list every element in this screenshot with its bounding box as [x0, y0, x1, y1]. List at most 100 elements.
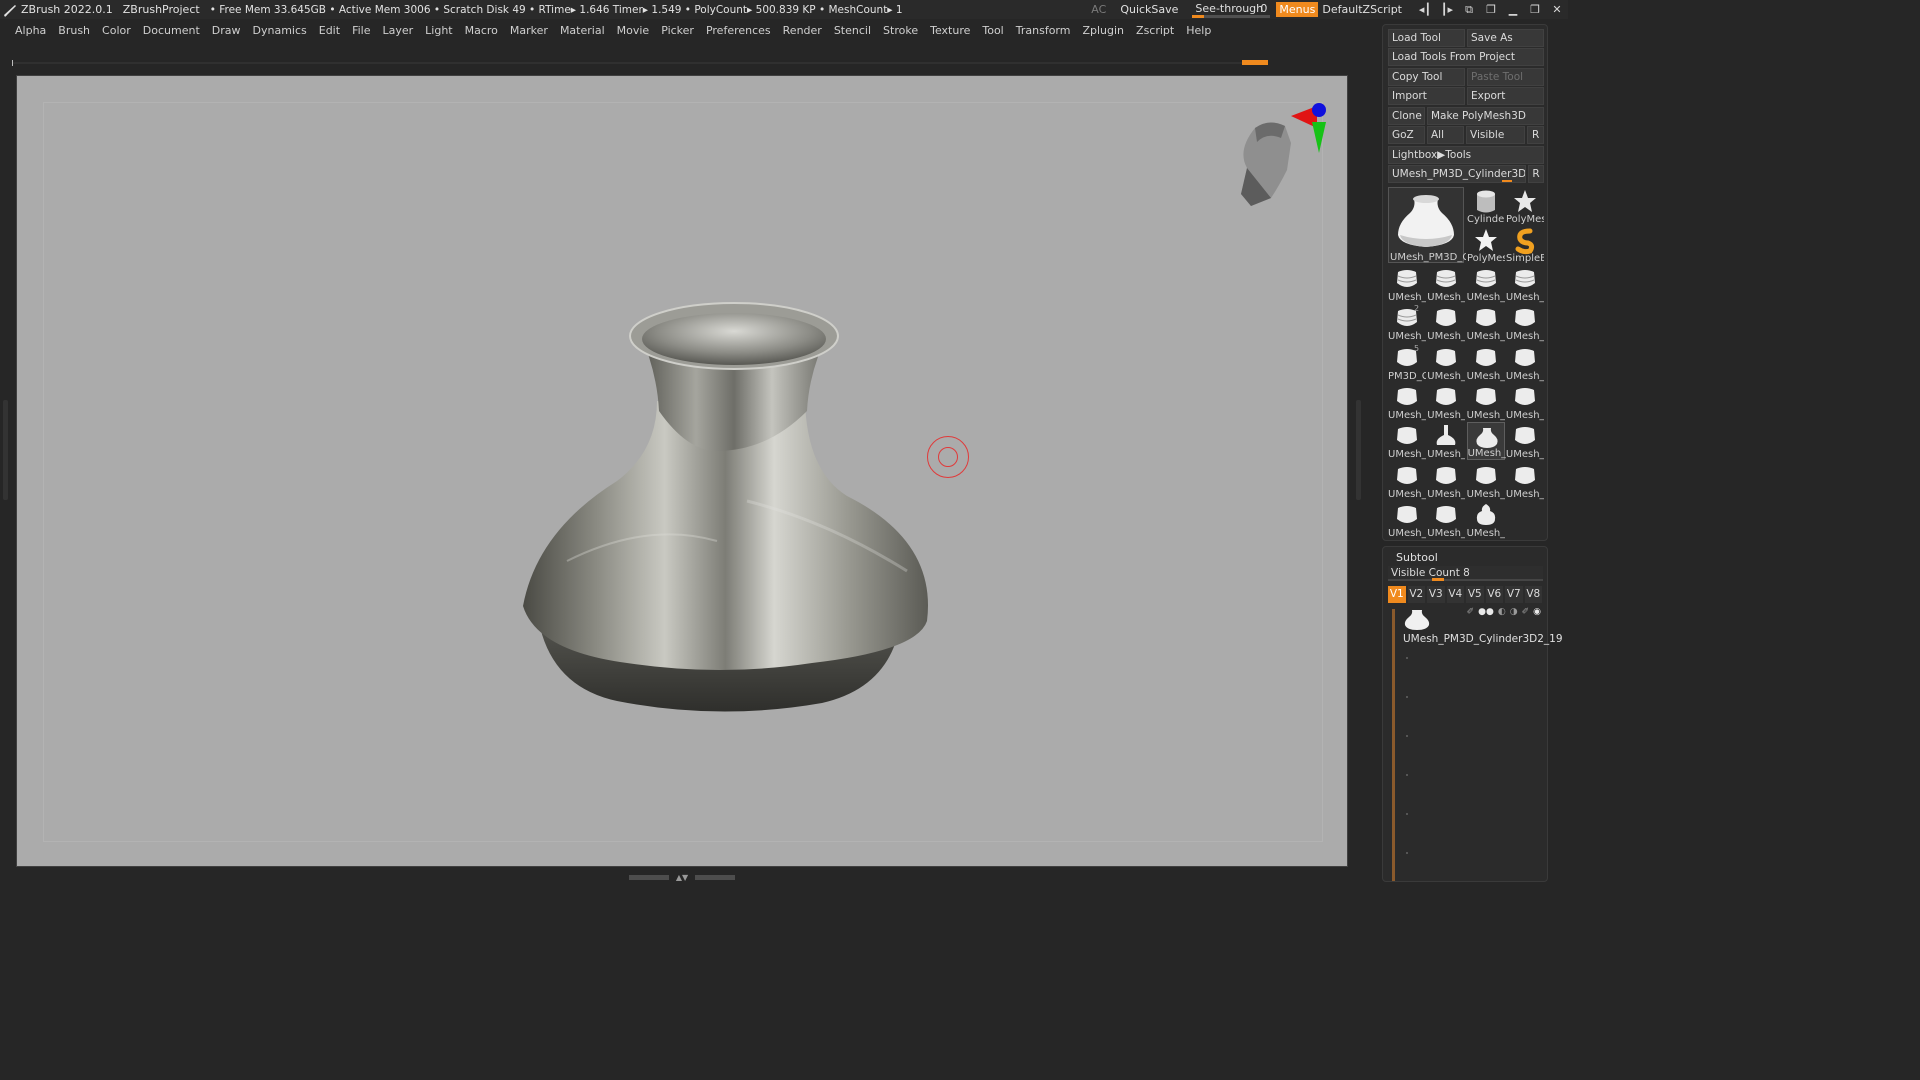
visibility-set-v4[interactable]: V4	[1446, 586, 1464, 603]
tool-thumb-umesh[interactable]: UMesh_	[1467, 462, 1505, 500]
subtool-solo-icon[interactable]: ◐	[1498, 607, 1506, 617]
export-button[interactable]: Export	[1467, 87, 1544, 105]
tool-thumb-polymesh-1[interactable]: PolyMes	[1506, 187, 1544, 225]
load-tools-from-project-button[interactable]: Load Tools From Project	[1388, 48, 1544, 66]
goz-r-button[interactable]: R	[1527, 126, 1544, 144]
tool-thumb-umesh[interactable]: UMesh_	[1388, 501, 1426, 539]
visibility-set-v6[interactable]: V6	[1485, 586, 1503, 603]
menu-preferences[interactable]: Preferences	[700, 24, 777, 37]
tool-thumb-umesh[interactable]: UMesh_	[1388, 462, 1426, 500]
menu-transform[interactable]: Transform	[1010, 24, 1077, 37]
menu-draw[interactable]: Draw	[206, 24, 247, 37]
tool-thumb-umesh[interactable]: UMesh_	[1388, 383, 1426, 421]
navigation-head-gizmo[interactable]	[1227, 98, 1327, 208]
shelf-position-indicator[interactable]	[1242, 60, 1268, 65]
menu-movie[interactable]: Movie	[611, 24, 656, 37]
lightbox-tools-button[interactable]: Lightbox▶Tools	[1388, 146, 1544, 164]
visibility-set-v3[interactable]: V3	[1427, 586, 1445, 603]
vase-model[interactable]	[507, 291, 931, 715]
visibility-set-v5[interactable]: V5	[1466, 586, 1484, 603]
tool-thumb-umesh[interactable]: UMesh_	[1467, 304, 1505, 342]
store-layout-icon[interactable]: ❐	[1480, 3, 1502, 16]
subtool-lock-icon[interactable]: ✐	[1522, 607, 1530, 617]
visibility-set-v1[interactable]: V1	[1388, 586, 1406, 603]
subtool-eye-icon[interactable]: ◉	[1533, 607, 1541, 617]
tool-thumb-umesh[interactable]: UMesh_	[1467, 265, 1505, 303]
ui-layout-right-icon[interactable]: ┃▸	[1436, 3, 1458, 16]
tool-thumb-umesh[interactable]: UMesh_	[1506, 422, 1544, 460]
paste-tool-button[interactable]: Paste Tool	[1467, 68, 1544, 86]
tool-thumb-umesh[interactable]: UMesh_	[1506, 265, 1544, 303]
current-tool-slider[interactable]: UMesh_PM3D_Cylinder3D2_1	[1388, 165, 1526, 183]
quicksave-button[interactable]: QuickSave	[1120, 3, 1178, 16]
tool-thumb-umesh[interactable]: UMesh_	[1427, 304, 1465, 342]
menu-document[interactable]: Document	[137, 24, 206, 37]
visibility-set-v2[interactable]: V2	[1407, 586, 1425, 603]
document-canvas[interactable]	[16, 75, 1348, 867]
tool-thumb-umesh[interactable]: UMesh_	[1506, 304, 1544, 342]
tool-thumb-umesh[interactable]: UMesh_	[1506, 383, 1544, 421]
import-button[interactable]: Import	[1388, 87, 1465, 105]
menu-alpha[interactable]: Alpha	[9, 24, 52, 37]
tool-thumb-umesh[interactable]: UMesh_	[1467, 501, 1505, 539]
menu-edit[interactable]: Edit	[313, 24, 346, 37]
goz-button[interactable]: GoZ	[1388, 126, 1425, 144]
tool-thumb-umesh[interactable]: UMesh_	[1427, 265, 1465, 303]
subtool-dynamic-icon[interactable]: ◑	[1510, 607, 1518, 617]
tool-thumb-umesh[interactable]: UMesh_	[1466, 422, 1506, 461]
subtool-list-scrollbar[interactable]	[1392, 609, 1395, 881]
visibility-set-v7[interactable]: V7	[1505, 586, 1523, 603]
tool-thumb-umesh[interactable]: UMesh_	[1467, 344, 1505, 382]
tool-thumb-simplebrush[interactable]: SimpleB	[1506, 226, 1544, 264]
menu-help[interactable]: Help	[1180, 24, 1217, 37]
load-tool-button[interactable]: Load Tool	[1388, 29, 1465, 47]
goz-all-button[interactable]: All	[1427, 126, 1464, 144]
menu-tool[interactable]: Tool	[976, 24, 1009, 37]
save-as-button[interactable]: Save As	[1467, 29, 1544, 47]
make-polymesh3d-button[interactable]: Make PolyMesh3D	[1427, 107, 1544, 125]
copy-tool-button[interactable]: Copy Tool	[1388, 68, 1465, 86]
goz-visible-button[interactable]: Visible	[1466, 126, 1525, 144]
tool-thumb-umesh[interactable]: UMesh_	[1427, 501, 1465, 539]
menu-dynamics[interactable]: Dynamics	[247, 24, 313, 37]
bottom-tray-arrows-icon[interactable]: ▲▼	[669, 873, 695, 882]
menu-macro[interactable]: Macro	[459, 24, 504, 37]
right-tray-rail[interactable]	[1352, 70, 1380, 870]
subtool-title[interactable]: Subtool	[1396, 551, 1438, 564]
menu-file[interactable]: File	[346, 24, 376, 37]
menu-color[interactable]: Color	[96, 24, 137, 37]
menu-picker[interactable]: Picker	[655, 24, 700, 37]
right-tray-handle[interactable]	[1356, 400, 1361, 500]
current-tool-thumbnail[interactable]: UMesh_PM3D_C	[1388, 187, 1466, 263]
menu-stencil[interactable]: Stencil	[828, 24, 877, 37]
clone-button[interactable]: Clone	[1388, 107, 1425, 125]
subtool-brush-icon[interactable]: ✐	[1467, 607, 1475, 617]
menu-material[interactable]: Material	[554, 24, 611, 37]
visible-count-slider[interactable]: Visible Count 8	[1388, 566, 1543, 581]
menu-zscript[interactable]: Zscript	[1130, 24, 1180, 37]
tool-thumb-umesh[interactable]: UMesh_	[1467, 383, 1505, 421]
menu-marker[interactable]: Marker	[504, 24, 554, 37]
swap-layout-icon[interactable]: ⧉	[1458, 3, 1480, 17]
tool-thumb-polymesh-2[interactable]: PolyMes	[1467, 226, 1505, 264]
default-zscript-button[interactable]: DefaultZScript	[1322, 3, 1402, 16]
tool-thumb-umesh[interactable]: UMesh_	[1388, 265, 1426, 303]
menu-light[interactable]: Light	[419, 24, 458, 37]
current-tool-r-button[interactable]: R	[1528, 165, 1544, 183]
tool-thumb-umesh[interactable]: UMesh_	[1506, 462, 1544, 500]
menu-layer[interactable]: Layer	[376, 24, 419, 37]
tool-thumb-umesh[interactable]: 5 PM3D_C	[1388, 344, 1426, 382]
left-tray-rail[interactable]	[0, 70, 12, 870]
minimize-icon[interactable]: ▁	[1502, 3, 1524, 16]
tool-thumb-umesh[interactable]: 2 UMesh_	[1388, 304, 1426, 342]
subtool-poly-toggle-icon[interactable]: ●●	[1478, 607, 1494, 617]
visibility-set-v8[interactable]: V8	[1524, 586, 1542, 603]
tool-thumb-umesh[interactable]: UMesh_	[1427, 422, 1465, 460]
menu-render[interactable]: Render	[777, 24, 828, 37]
bottom-tray-handle[interactable]: ▲▼	[629, 872, 735, 882]
menu-texture[interactable]: Texture	[924, 24, 976, 37]
top-shelf[interactable]	[12, 60, 1268, 66]
tool-thumb-umesh[interactable]: UMesh_	[1427, 462, 1465, 500]
see-through-slider[interactable]: See-through 0	[1192, 1, 1271, 18]
menu-zplugin[interactable]: Zplugin	[1076, 24, 1130, 37]
